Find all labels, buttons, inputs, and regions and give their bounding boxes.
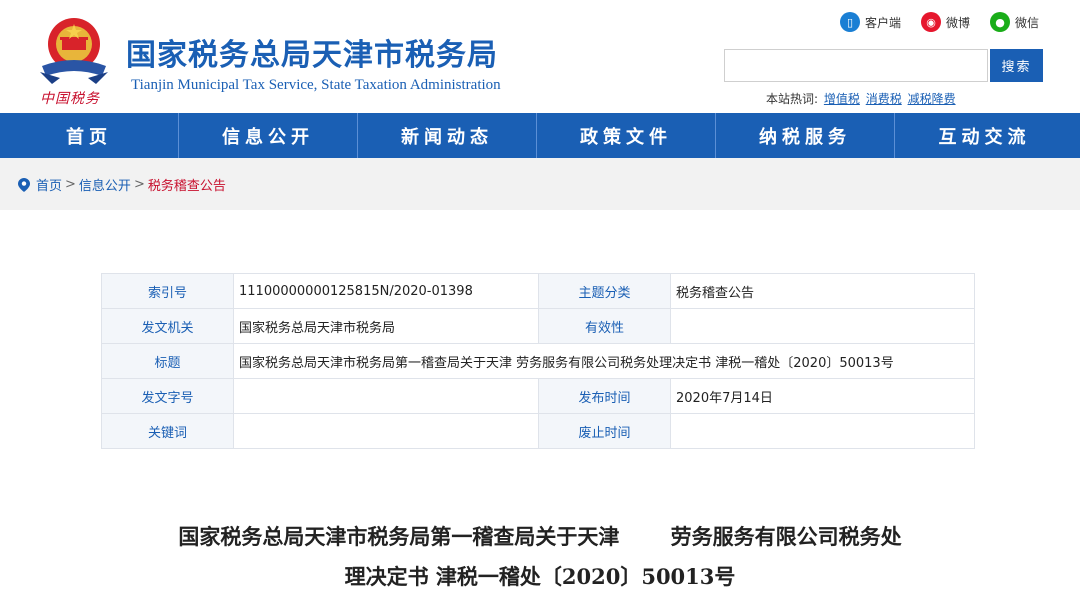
national-emblem-icon xyxy=(40,18,108,84)
hot-words-label: 本站热词: xyxy=(766,92,819,106)
nav-policy[interactable]: 政策文件 xyxy=(537,113,716,158)
weibo-label: 微博 xyxy=(946,15,971,30)
keywords-value xyxy=(233,413,539,449)
client-label: 客户端 xyxy=(865,15,902,30)
validity-value xyxy=(670,308,975,344)
table-row: 发文字号 发布时间 2020年7月14日 xyxy=(101,378,975,414)
wechat-link[interactable]: ● 微信 xyxy=(990,12,1039,32)
nav-news[interactable]: 新闻动态 xyxy=(358,113,537,158)
expire-label: 废止时间 xyxy=(538,413,671,449)
site-title[interactable]: 国家税务总局天津市税务局 xyxy=(126,30,498,74)
document-title: 国家税务总局天津市税务局第一稽查局关于天津 劳务服务有限公司税务处 理决定书 津… xyxy=(100,517,980,597)
docno-label: 发文字号 xyxy=(101,378,234,414)
breadcrumb-separator: > xyxy=(65,177,76,192)
docno-value xyxy=(233,378,539,414)
topic-label: 主题分类 xyxy=(538,273,671,309)
weibo-icon: ◉ xyxy=(921,12,941,32)
validity-label: 有效性 xyxy=(538,308,671,344)
nav-info-disclosure[interactable]: 信息公开 xyxy=(179,113,358,158)
breadcrumb-home[interactable]: 首页 xyxy=(36,175,62,194)
breadcrumb-bar: 首页 > 信息公开 > 税务稽查公告 xyxy=(0,158,1080,210)
breadcrumb-current[interactable]: 税务稽查公告 xyxy=(148,175,226,194)
site-subtitle: Tianjin Municipal Tax Service, State Tax… xyxy=(131,77,501,93)
table-row: 关键词 废止时间 xyxy=(101,413,975,449)
table-row: 索引号 11100000000125815N/2020-01398 主题分类 税… xyxy=(101,273,975,309)
issuer-value: 国家税务总局天津市税务局 xyxy=(233,308,539,344)
nav-interaction[interactable]: 互动交流 xyxy=(895,113,1074,158)
mobile-icon: ▯ xyxy=(840,12,860,32)
pubdate-value: 2020年7月14日 xyxy=(670,378,975,414)
index-value: 11100000000125815N/2020-01398 xyxy=(233,273,539,309)
breadcrumb-info[interactable]: 信息公开 xyxy=(79,175,131,194)
title-value: 国家税务总局天津市税务局第一稽查局关于天津 劳务服务有限公司税务处理决定书 津税… xyxy=(233,343,975,379)
client-link[interactable]: ▯ 客户端 xyxy=(840,12,901,32)
location-pin-icon xyxy=(18,177,30,192)
document-metadata-table: 索引号 11100000000125815N/2020-01398 主题分类 税… xyxy=(101,273,975,449)
wechat-label: 微信 xyxy=(1015,15,1040,30)
issuer-label: 发文机关 xyxy=(101,308,234,344)
search-button[interactable]: 搜索 xyxy=(990,49,1043,82)
keywords-label: 关键词 xyxy=(101,413,234,449)
nav-tax-service[interactable]: 纳税服务 xyxy=(716,113,895,158)
site-motto: 中国税务 xyxy=(40,91,100,107)
document-title-line-1: 国家税务总局天津市税务局第一稽查局关于天津 劳务服务有限公司税务处 xyxy=(178,524,902,549)
pubdate-label: 发布时间 xyxy=(538,378,671,414)
index-label: 索引号 xyxy=(101,273,234,309)
hot-word-vat[interactable]: 增值税 xyxy=(824,92,860,106)
table-row: 标题 国家税务总局天津市税务局第一稽查局关于天津 劳务服务有限公司税务处理决定书… xyxy=(101,343,975,379)
nav-home[interactable]: 首页 xyxy=(0,113,179,158)
table-row: 发文机关 国家税务总局天津市税务局 有效性 xyxy=(101,308,975,344)
site-header: 中国税务 国家税务总局天津市税务局 Tianjin Municipal Tax … xyxy=(0,0,1080,113)
search-input[interactable] xyxy=(724,49,988,82)
title-label: 标题 xyxy=(101,343,234,379)
breadcrumb: 首页 > 信息公开 > 税务稽查公告 xyxy=(18,175,226,194)
expire-value xyxy=(670,413,975,449)
topic-value: 税务稽查公告 xyxy=(670,273,975,309)
wechat-icon: ● xyxy=(990,12,1010,32)
weibo-link[interactable]: ◉ 微博 xyxy=(921,12,970,32)
hot-word-consumption-tax[interactable]: 消费税 xyxy=(866,92,902,106)
breadcrumb-separator: > xyxy=(133,177,145,192)
main-nav: 首页 信息公开 新闻动态 政策文件 纳税服务 互动交流 xyxy=(0,113,1080,158)
hot-words: 本站热词: 增值税 消费税 减税降费 xyxy=(766,90,956,107)
hot-word-tax-cut[interactable]: 减税降费 xyxy=(908,92,956,106)
document-title-line-2: 理决定书 津税一稽处〔2020〕50013号 xyxy=(344,564,736,589)
